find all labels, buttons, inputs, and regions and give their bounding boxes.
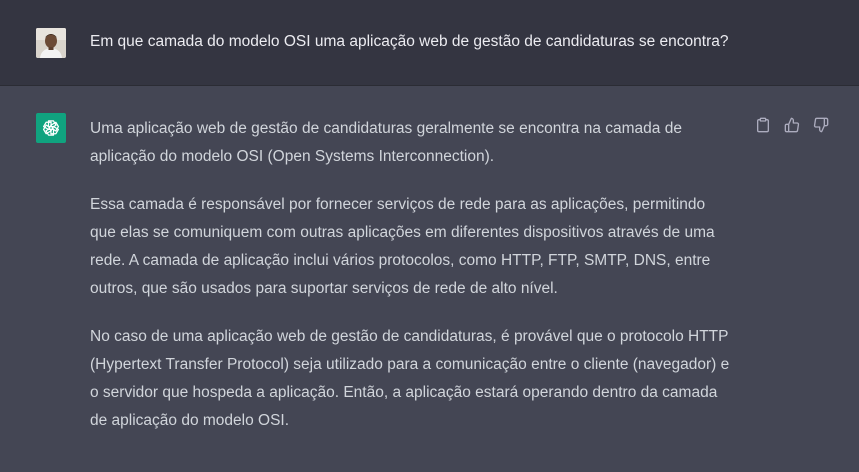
assistant-message-text: Uma aplicação web de gestão de candidatu… xyxy=(90,115,730,455)
thumbs-down-icon xyxy=(813,117,828,132)
answer-paragraph-2: Essa camada é responsável por fornecer s… xyxy=(90,196,715,297)
thumbs-up-icon xyxy=(784,117,799,132)
user-message-row: Em que camada do modelo OSI uma aplicaçã… xyxy=(0,0,859,86)
thumbs-down-button[interactable] xyxy=(812,116,829,133)
assistant-avatar xyxy=(36,113,66,143)
openai-logo-icon xyxy=(42,120,60,136)
user-avatar xyxy=(36,28,66,58)
message-actions xyxy=(754,116,829,133)
answer-paragraph-1: Uma aplicação web de gestão de candidatu… xyxy=(90,120,682,165)
answer-paragraph-3: No caso de uma aplicação web de gestão d… xyxy=(90,328,730,429)
clipboard-icon xyxy=(756,117,769,132)
copy-button[interactable] xyxy=(754,116,771,133)
user-message-text: Em que camada do modelo OSI uma aplicaçã… xyxy=(90,33,729,50)
assistant-message-row: Uma aplicação web de gestão de candidatu… xyxy=(0,86,859,472)
user-photo-icon xyxy=(36,28,66,58)
thumbs-up-button[interactable] xyxy=(783,116,800,133)
